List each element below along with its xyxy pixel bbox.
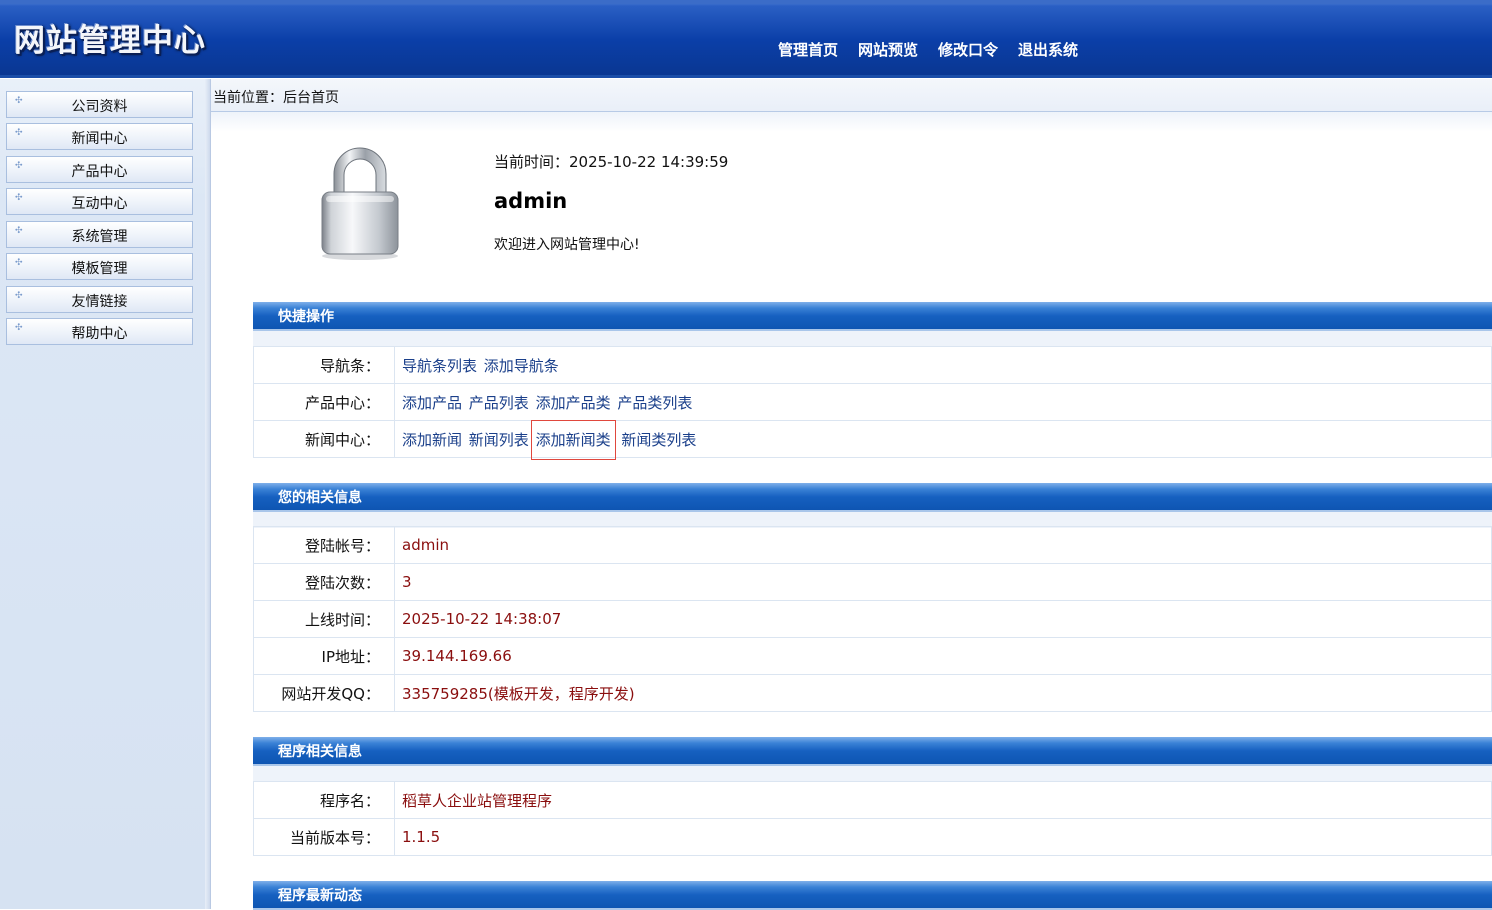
row-label: 产品中心： xyxy=(253,383,395,421)
link-add-news-category[interactable]: 添加新闻类 xyxy=(530,419,616,460)
account-info-table: 登陆帐号： admin 登陆次数： 3 上线时间： 2025-10-22 14:… xyxy=(253,526,1492,712)
section-title: 程序相关信息 xyxy=(278,744,362,760)
sidebar-item-label: 帮助中心 xyxy=(71,326,128,342)
row-links: 添加新闻 新闻列表 添加新闻类 新闻类列表 xyxy=(394,419,1492,460)
nav-site-preview[interactable]: 网站预览 xyxy=(850,39,926,60)
breadcrumb-text: 当前位置：后台首页 xyxy=(213,90,339,106)
sidebar-item-label: 产品中心 xyxy=(71,164,128,180)
section-title: 程序最新动态 xyxy=(278,888,362,904)
row-label: 登陆次数： xyxy=(253,563,395,601)
row-value: 1.1.5 xyxy=(394,818,1492,856)
welcome-message: 欢迎进入网站管理中心! xyxy=(494,237,640,253)
link-nav-list[interactable]: 导航条列表 xyxy=(402,357,477,375)
link-news-list[interactable]: 新闻列表 xyxy=(469,431,529,449)
link-add-product[interactable]: 添加产品 xyxy=(402,394,462,412)
table-row: 网站开发QQ： 335759285(模板开发，程序开发) xyxy=(253,674,1492,712)
row-label: 登陆帐号： xyxy=(253,526,395,564)
sidebar-item-label: 公司资料 xyxy=(71,99,128,115)
nav-admin-home[interactable]: 管理首页 xyxy=(770,39,846,60)
sidebar-item-label: 新闻中心 xyxy=(71,131,128,147)
link-product-list[interactable]: 产品列表 xyxy=(469,394,529,412)
row-value: 2025-10-22 14:38:07 xyxy=(394,600,1492,638)
sidebar-item-news-center[interactable]: ✣ 新闻中心 xyxy=(6,123,193,150)
current-time: 当前时间：2025-10-22 14:39:59 xyxy=(494,153,729,171)
row-value: admin xyxy=(394,526,1492,564)
link-add-product-category[interactable]: 添加产品类 xyxy=(536,394,611,412)
section-program-news: 程序最新动态 xyxy=(253,881,1492,910)
program-info-table: 程序名： 稻草人企业站管理程序 当前版本号： 1.1.5 xyxy=(253,781,1492,856)
table-row: 登陆次数： 3 xyxy=(253,563,1492,601)
top-nav: 管理首页 网站预览 修改口令 退出系统 xyxy=(770,39,1086,60)
site-logo: 网站管理中心 xyxy=(14,23,206,59)
section-quick-actions: 快捷操作 xyxy=(253,302,1492,331)
row-links: 添加产品 产品列表 添加产品类 产品类列表 xyxy=(394,383,1492,421)
table-row: 登陆帐号： admin xyxy=(253,526,1492,564)
section-account-info: 您的相关信息 xyxy=(253,483,1492,512)
table-row: 产品中心： 添加产品 产品列表 添加产品类 产品类列表 xyxy=(253,383,1492,421)
row-label: 新闻中心： xyxy=(253,420,395,458)
nav-logout[interactable]: 退出系统 xyxy=(1010,39,1086,60)
section-program-info: 程序相关信息 xyxy=(253,737,1492,766)
sidebar-item-label: 模板管理 xyxy=(71,261,128,277)
table-row: 程序名： 稻草人企业站管理程序 xyxy=(253,781,1492,819)
nav-change-password[interactable]: 修改口令 xyxy=(930,39,1006,60)
breadcrumb: 当前位置：后台首页 xyxy=(211,79,1492,112)
sidebar-item-product-center[interactable]: ✣ 产品中心 xyxy=(6,156,193,183)
sidebar-item-friend-links[interactable]: ✣ 友情链接 xyxy=(6,286,193,313)
header-bar: 网站管理中心 管理首页 网站预览 修改口令 退出系统 xyxy=(0,0,1492,78)
sidebar-item-company-info[interactable]: ✣ 公司资料 xyxy=(6,91,193,118)
section-title: 您的相关信息 xyxy=(278,490,362,506)
sidebar: ✣ 公司资料 ✣ 新闻中心 ✣ 产品中心 ✣ 互动中心 ✣ 系统管理 ✣ 模板管… xyxy=(0,79,205,909)
sidebar-item-template-management[interactable]: ✣ 模板管理 xyxy=(6,253,193,280)
link-add-news[interactable]: 添加新闻 xyxy=(402,431,462,449)
table-row: IP地址： 39.144.169.66 xyxy=(253,637,1492,675)
sidebar-item-help-center[interactable]: ✣ 帮助中心 xyxy=(6,318,193,345)
row-label: 程序名： xyxy=(253,781,395,819)
sidebar-item-label: 友情链接 xyxy=(71,294,128,310)
sidebar-item-label: 互动中心 xyxy=(71,196,128,212)
section-spacer xyxy=(253,766,1492,782)
link-news-category-list[interactable]: 新闻类列表 xyxy=(621,431,696,449)
section-spacer xyxy=(253,331,1492,347)
row-value: 稻草人企业站管理程序 xyxy=(394,781,1492,819)
row-value: 39.144.169.66 xyxy=(394,637,1492,675)
table-row: 新闻中心： 添加新闻 新闻列表 添加新闻类 新闻类列表 xyxy=(253,419,1492,460)
padlock-icon xyxy=(321,147,399,260)
sidebar-item-label: 系统管理 xyxy=(71,229,128,245)
row-value: 335759285(模板开发，程序开发) xyxy=(394,674,1492,712)
username-heading: admin xyxy=(494,189,568,213)
section-title: 快捷操作 xyxy=(278,309,334,325)
row-label: 当前版本号： xyxy=(253,818,395,856)
row-links: 导航条列表 添加导航条 xyxy=(394,346,1492,384)
quick-actions-table: 导航条： 导航条列表 添加导航条 产品中心： 添加产品 产品列表 添加产品类 产… xyxy=(253,346,1492,460)
row-label: 上线时间： xyxy=(253,600,395,638)
link-add-nav[interactable]: 添加导航条 xyxy=(484,357,559,375)
row-label: IP地址： xyxy=(253,637,395,675)
table-row: 当前版本号： 1.1.5 xyxy=(253,818,1492,856)
link-product-category-list[interactable]: 产品类列表 xyxy=(617,394,692,412)
table-row: 导航条： 导航条列表 添加导航条 xyxy=(253,346,1492,384)
row-value: 3 xyxy=(394,563,1492,601)
sidebar-item-system-management[interactable]: ✣ 系统管理 xyxy=(6,221,193,248)
row-label: 网站开发QQ： xyxy=(253,674,395,712)
row-label: 导航条： xyxy=(253,346,395,384)
table-row: 上线时间： 2025-10-22 14:38:07 xyxy=(253,600,1492,638)
sidebar-item-interaction-center[interactable]: ✣ 互动中心 xyxy=(6,188,193,215)
